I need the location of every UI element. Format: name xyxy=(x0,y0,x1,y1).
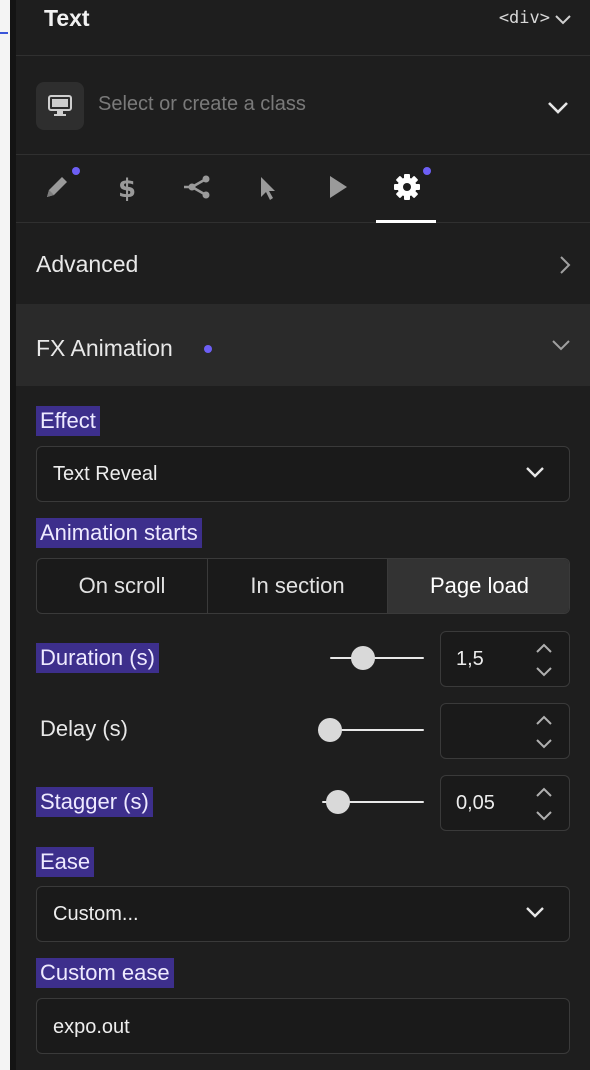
panel-tabs: $ xyxy=(16,156,590,223)
tab-pointer[interactable] xyxy=(236,156,296,222)
effect-value: Text Reveal xyxy=(53,463,158,485)
custom-ease-label: Custom ease xyxy=(36,958,174,988)
tab-dollar[interactable]: $ xyxy=(96,156,156,222)
ease-value: Custom... xyxy=(53,903,139,925)
ease-select[interactable]: Custom... xyxy=(36,886,570,942)
class-input-placeholder[interactable]: Select or create a class xyxy=(98,93,306,116)
advanced-section-header[interactable]: Advanced xyxy=(16,224,590,304)
effect-select[interactable]: Text Reveal xyxy=(36,446,570,502)
active-tab-indicator xyxy=(376,220,436,223)
effect-label: Effect xyxy=(36,406,100,436)
custom-ease-value: expo.out xyxy=(53,1016,130,1038)
option-in-section[interactable]: In section xyxy=(208,559,387,613)
animation-starts-label: Animation starts xyxy=(36,518,202,548)
ease-label: Ease xyxy=(36,847,95,877)
monitor-icon[interactable] xyxy=(36,82,84,130)
modified-dot xyxy=(72,167,80,175)
tab-style[interactable] xyxy=(26,156,86,222)
tab-settings[interactable] xyxy=(376,156,436,223)
option-page-load[interactable]: Page load xyxy=(388,559,569,613)
option-on-scroll[interactable]: On scroll xyxy=(37,559,207,613)
stagger-slider[interactable] xyxy=(322,790,424,814)
slider-track xyxy=(330,657,424,659)
tab-play[interactable] xyxy=(306,156,366,222)
duration-input[interactable]: 1,5 xyxy=(440,631,570,687)
slider-handle[interactable] xyxy=(326,790,350,814)
element-tag-select[interactable]: <div> xyxy=(499,8,550,28)
duration-label: Duration (s) xyxy=(36,643,159,673)
element-title: Text xyxy=(44,5,90,31)
delay-slider[interactable] xyxy=(318,718,424,742)
duration-value: 1,5 xyxy=(456,648,484,670)
chevron-down-icon xyxy=(525,905,545,924)
delay-label: Delay (s) xyxy=(40,716,129,741)
stepper-arrows-icon[interactable] xyxy=(535,712,553,752)
modified-dot xyxy=(423,167,431,175)
duration-slider[interactable] xyxy=(330,646,424,670)
delay-input[interactable] xyxy=(440,703,570,759)
animation-starts-segmented: On scroll In section Page load xyxy=(36,558,570,614)
selection-marker xyxy=(0,32,8,34)
stagger-value: 0,05 xyxy=(456,792,495,814)
fx-animation-label: FX Animation xyxy=(36,335,173,361)
slider-handle[interactable] xyxy=(318,718,342,742)
element-header: Text <div> xyxy=(16,0,590,56)
tab-share[interactable] xyxy=(166,156,226,222)
chevron-down-icon xyxy=(550,338,572,357)
stepper-arrows-icon[interactable] xyxy=(535,640,553,680)
stagger-label: Stagger (s) xyxy=(36,787,153,817)
slider-handle[interactable] xyxy=(351,646,375,670)
modified-dot xyxy=(204,345,212,353)
chevron-down-icon[interactable] xyxy=(546,97,570,117)
svg-text:$: $ xyxy=(118,174,136,204)
fx-animation-section-header[interactable]: FX Animation xyxy=(16,304,590,386)
chevron-down-icon xyxy=(525,465,545,484)
custom-ease-input[interactable]: expo.out xyxy=(36,998,570,1054)
settings-panel: Text <div> Select or create a class $ Ad… xyxy=(16,0,590,1070)
canvas-edge xyxy=(0,0,10,1070)
class-selector[interactable]: Select or create a class xyxy=(16,57,590,155)
chevron-right-icon xyxy=(558,254,572,281)
stagger-input[interactable]: 0,05 xyxy=(440,775,570,831)
advanced-label: Advanced xyxy=(36,251,139,277)
chevron-down-icon[interactable] xyxy=(552,10,574,28)
stepper-arrows-icon[interactable] xyxy=(535,784,553,824)
